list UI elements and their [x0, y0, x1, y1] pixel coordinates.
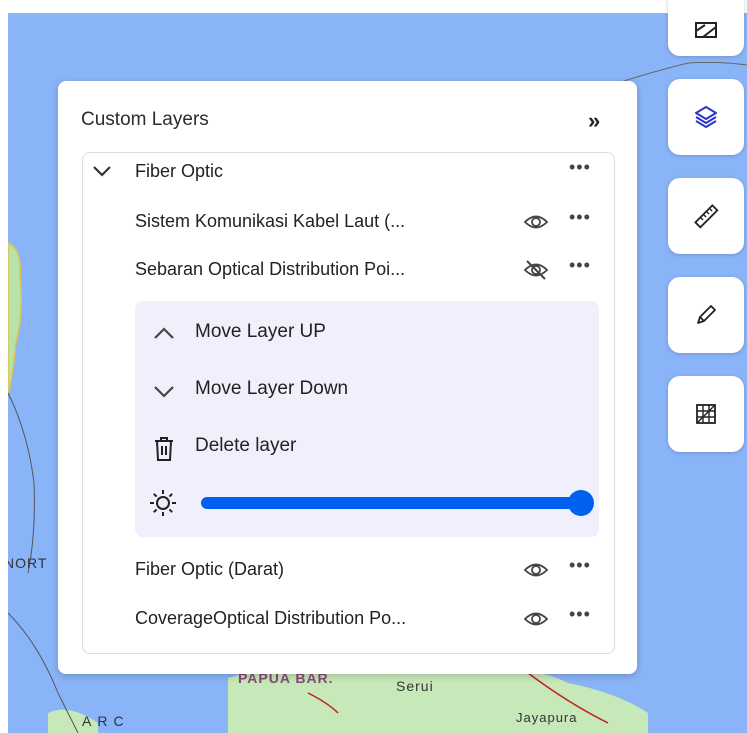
trash-icon	[155, 437, 173, 461]
map-label-nort: NORT	[8, 555, 48, 571]
layer-label: CoverageOptical Distribution Po...	[135, 608, 407, 628]
layer-more-icon[interactable]: •••	[569, 555, 591, 576]
opacity-slider-thumb[interactable]	[568, 490, 594, 516]
eye-icon[interactable]	[523, 608, 549, 630]
layer-row[interactable]: Sistem Komunikasi Kabel Laut (... •••	[83, 203, 614, 243]
eye-icon[interactable]	[523, 211, 549, 233]
opacity-slider[interactable]	[201, 490, 594, 516]
layer-more-icon[interactable]: •••	[569, 255, 591, 276]
custom-layers-panel: Custom Layers » Fiber Optic ••• Sistem K…	[58, 81, 637, 674]
layer-group-label: Fiber Optic	[135, 161, 224, 181]
ruler-icon	[694, 204, 719, 229]
layer-label: Sebaran Optical Distribution Poi...	[135, 259, 406, 279]
stack-layers-icon	[695, 106, 717, 128]
group-more-icon[interactable]: •••	[569, 157, 591, 178]
draw-tool-button[interactable]	[668, 277, 744, 353]
map-label-jayapura: Jayapura	[516, 710, 578, 725]
grid-polygon-icon	[696, 404, 716, 424]
map-label-arc: ARC	[82, 713, 130, 729]
pencil-icon	[697, 305, 716, 324]
layer-group-fiber-optic: Fiber Optic ••• Sistem Komunikasi Kabel …	[82, 152, 615, 654]
layer-row[interactable]: CoverageOptical Distribution Po... •••	[83, 600, 614, 640]
layer-context-menu: Move Layer UP Move Layer Down Delete lay…	[135, 301, 599, 537]
layer-more-icon[interactable]: •••	[569, 207, 591, 228]
basemap-tool-button[interactable]	[668, 0, 744, 56]
ruler-tool-button[interactable]	[668, 178, 744, 254]
move-layer-down-label: Move Layer Down	[195, 378, 349, 399]
layer-more-icon[interactable]: •••	[569, 604, 591, 625]
eye-off-icon[interactable]	[523, 259, 549, 281]
move-layer-up-label: Move Layer UP	[195, 321, 326, 342]
layer-group-header[interactable]: Fiber Optic •••	[83, 153, 614, 193]
layer-label: Fiber Optic (Darat)	[135, 559, 285, 579]
eye-icon[interactable]	[523, 559, 549, 581]
layer-row[interactable]: Sebaran Optical Distribution Poi... •••	[83, 251, 614, 291]
grid-tool-button[interactable]	[668, 376, 744, 452]
chevron-down-icon[interactable]	[91, 160, 113, 182]
sun-icon	[150, 490, 176, 516]
chevron-down-icon	[154, 386, 174, 398]
layer-label: Sistem Komunikasi Kabel Laut (...	[135, 211, 406, 231]
panel-title: Custom Layers	[81, 109, 209, 130]
map-layers-icon	[695, 22, 717, 38]
layer-row[interactable]: Fiber Optic (Darat) •••	[83, 551, 614, 591]
layers-tool-button[interactable]	[668, 79, 744, 155]
map-label-serui: Serui	[396, 678, 434, 694]
double-chevron-right-icon[interactable]: »	[588, 110, 600, 132]
chevron-up-icon	[154, 327, 174, 339]
delete-layer-label: Delete layer	[195, 435, 297, 456]
